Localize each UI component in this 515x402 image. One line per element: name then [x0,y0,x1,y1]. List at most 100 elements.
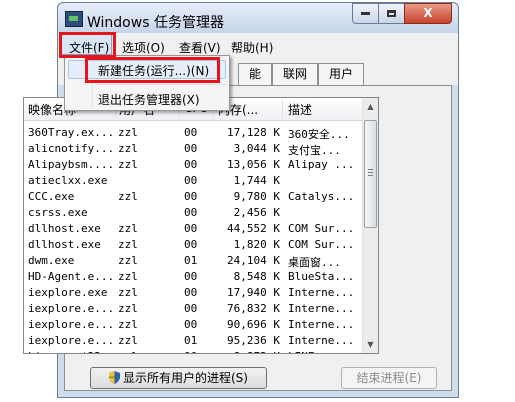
table-row[interactable]: Lin...e *32 zzl 00 8,872 K LINE [24,349,364,353]
maximize-icon [387,10,396,17]
cell-description: Alipay ... [288,158,355,171]
table-row[interactable]: iexplore.exe zzl 00 17,940 K Interne... [24,285,364,301]
cell-memory: 44,552 K [227,222,280,235]
table-row[interactable]: iexplore.e... zzl 01 95,236 K Interne... [24,333,364,349]
scroll-down-arrow-icon[interactable]: ▼ [364,337,377,352]
cell-image-name: atieclxx.exe [28,174,108,187]
annotation-box-file-menu [59,32,116,58]
cell-memory: 2,456 K [233,206,280,219]
cell-user-name: zzl [118,350,168,353]
minimize-icon [361,12,370,15]
cell-image-name: 360Tray.ex... [28,126,114,139]
cell-cpu: 00 [184,142,198,155]
cell-cpu: 00 [184,206,198,219]
cell-cpu: 00 [184,350,210,353]
cell-image-name: alicnotify.... [28,142,114,155]
title-bar[interactable]: Windows 任务管理器 X [58,3,458,33]
cell-description: LINE [288,350,364,353]
table-row[interactable]: dllhost.exe zzl 00 44,552 K COM Sur... [24,221,364,237]
cell-cpu: 00 [184,190,198,203]
table-row[interactable]: Alipaybsm.... zzl 00 13,056 K Alipay ... [24,157,364,173]
cell-description: Interne... [288,286,355,299]
column-divider[interactable] [282,100,283,118]
menu-item-exit[interactable]: 退出任务管理器(X) [98,91,200,108]
cell-cpu: 01 [184,254,198,267]
table-row[interactable]: atieclxx.exe 00 1,744 K [24,173,364,189]
cell-image-name: HD-Agent.e... [28,270,114,283]
tab-performance[interactable]: 能 [238,63,272,85]
cell-cpu: 00 [184,126,198,139]
cell-image-name: iexplore.e... [28,334,114,347]
cell-user-name: zzl [118,190,138,203]
table-row[interactable]: dwm.exe zzl 01 24,104 K 桌面窗... [24,253,364,269]
cell-cpu: 00 [184,158,198,171]
table-row[interactable]: 360Tray.ex... zzl 00 17,128 K 360安全... [24,125,364,141]
menu-separator [95,84,227,85]
end-process-button[interactable]: 结束进程(E) [341,367,437,389]
maximize-button[interactable] [378,3,405,24]
column-description[interactable]: 描述 [288,101,312,118]
cell-description: 桌面窗... [288,256,341,269]
cell-user-name: zzl [118,334,138,347]
cell-description: Interne... [288,334,355,347]
cell-memory: 24,104 K [227,254,280,267]
cell-image-name: Lin...e *32 [28,350,114,353]
cell-user-name: zzl [118,254,138,267]
grip-line [368,172,373,173]
table-row[interactable]: CCC.exe zzl 00 9,780 K Catalys... [24,189,364,205]
tab-users[interactable]: 用户 [318,63,364,85]
vertical-scrollbar[interactable]: ▲ ▼ [362,98,378,353]
cell-image-name: iexplore.e... [28,302,114,315]
table-row[interactable]: dllhost.exe zzl 00 1,820 K COM Sur... [24,237,364,253]
cell-cpu: 00 [184,238,198,251]
cell-memory: 76,832 K [227,302,280,315]
menu-options[interactable]: 选项(O) [122,39,165,56]
cell-description: Catalys... [288,190,355,203]
cell-user-name: zzl [118,238,138,251]
cell-image-name: dllhost.exe [28,238,101,251]
tab-networking[interactable]: 联网 [272,63,318,85]
minimize-button[interactable] [352,3,379,24]
cell-cpu: 00 [184,270,198,283]
scrollbar-thumb[interactable] [364,120,377,228]
cell-memory: 1,820 K [233,238,280,251]
cell-memory: 95,236 K [227,334,280,347]
cell-cpu: 01 [184,334,198,347]
process-list[interactable]: 映像名称 用户名 CPU 内存(... 描述 360Tray.ex...zzl0… [23,97,379,354]
table-row[interactable]: iexplore.e... zzl 00 90,696 K Interne... [24,317,364,333]
task-manager-app-icon [65,11,83,27]
table-row[interactable]: csrss.exe 00 2,456 K [24,205,364,221]
cell-memory: 9,780 K [233,190,280,203]
cell-image-name: dllhost.exe [28,222,101,235]
cell-description: COM Sur... [288,222,355,235]
cell-image-name: CCC.exe [28,190,75,203]
cell-cpu: 00 [184,318,198,331]
cell-memory: 90,696 K [227,318,280,331]
cell-cpu: 00 [184,302,198,315]
cell-user-name: zzl [118,142,138,155]
cell-user-name: zzl [118,286,138,299]
table-row[interactable]: HD-Agent.e... zzl 00 8,548 K BlueSta... [24,269,364,285]
menu-view[interactable]: 查看(V) [179,39,221,56]
window-title: Windows 任务管理器 [87,15,224,31]
table-row[interactable]: iexplore.e... zzl 00 76,832 K Interne... [24,301,364,317]
cell-description: BlueSta... [288,270,355,283]
cell-description: COM Sur... [288,238,355,251]
cell-cpu: 00 [184,174,198,187]
cell-user-name: zzl [118,126,138,139]
menu-help[interactable]: 帮助(H) [231,39,273,56]
uac-shield-icon [109,371,120,384]
cell-memory: 3,044 K [233,142,280,155]
cell-memory: 17,940 K [227,286,280,299]
cell-image-name: iexplore.exe [28,286,108,299]
cell-memory: 8,548 K [233,270,280,283]
table-row[interactable]: alicnotify.... zzl 00 3,044 K 支付宝... [24,141,364,157]
cell-memory: 17,128 K [227,126,280,139]
cell-user-name: zzl [118,318,138,331]
scroll-up-arrow-icon[interactable]: ▲ [364,99,377,114]
show-all-users-label: 显示所有用户的进程(S) [123,371,248,385]
show-all-users-button[interactable]: 显示所有用户的进程(S) [90,367,267,389]
grip-line [368,175,373,176]
close-button[interactable]: X [404,3,452,24]
cell-cpu: 00 [184,286,198,299]
